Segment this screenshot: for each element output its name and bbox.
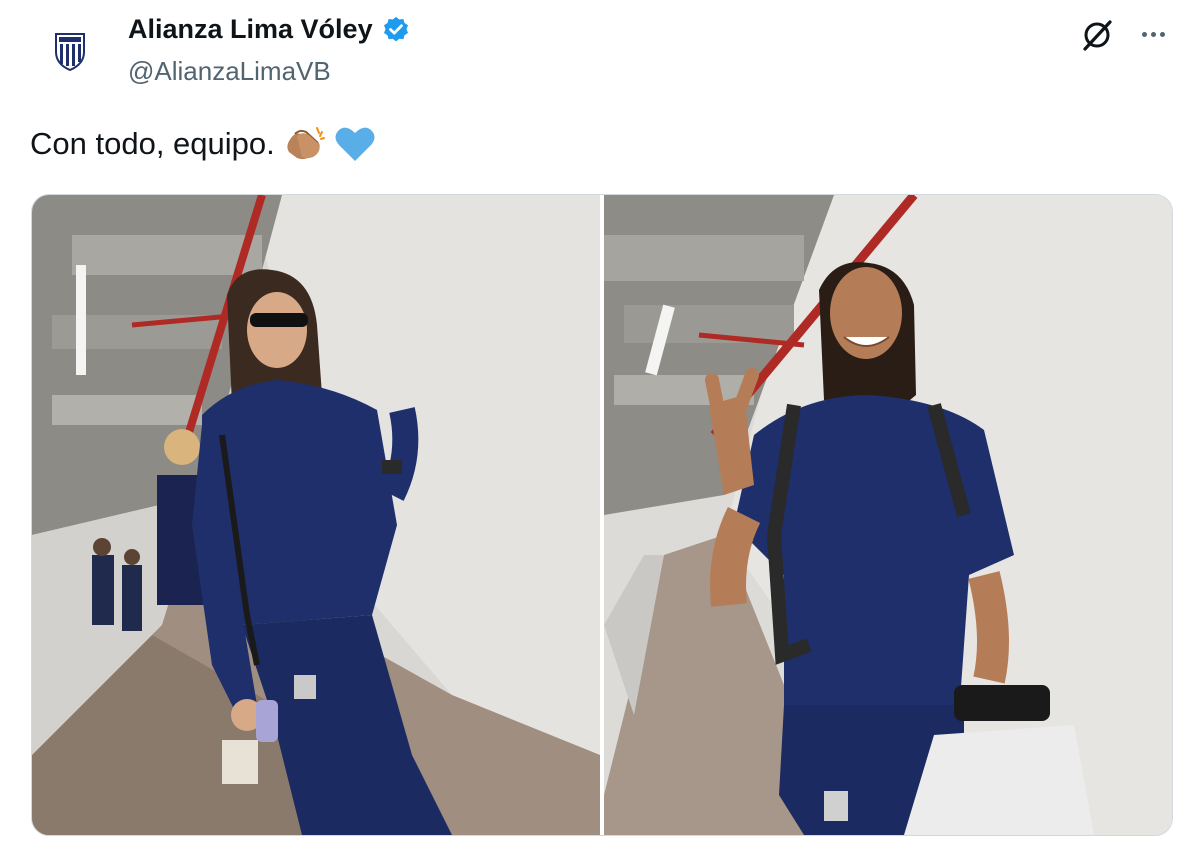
alianza-lima-crest-icon <box>55 33 85 72</box>
tweet-text-content: Con todo, equipo. <box>30 126 275 161</box>
more-options-icon[interactable] <box>1136 22 1170 46</box>
photo-2[interactable] <box>604 195 1172 835</box>
photo-2-image <box>604 195 1172 835</box>
photo-1-image <box>32 195 600 835</box>
light-blue-heart-icon <box>335 127 375 161</box>
photo-1[interactable] <box>32 195 600 835</box>
grok-icon[interactable] <box>1080 18 1114 52</box>
tweet-text: Con todo, equipo. <box>30 124 377 164</box>
clapping-hands-icon <box>287 127 325 160</box>
verified-badge-icon <box>383 16 408 41</box>
media-gallery <box>31 194 1173 836</box>
avatar[interactable] <box>40 20 100 80</box>
author-name-row[interactable]: Alianza Lima Vóley <box>128 14 411 45</box>
display-name[interactable]: Alianza Lima Vóley <box>128 14 373 45</box>
author-handle[interactable]: @AlianzaLimaVB <box>128 56 331 87</box>
